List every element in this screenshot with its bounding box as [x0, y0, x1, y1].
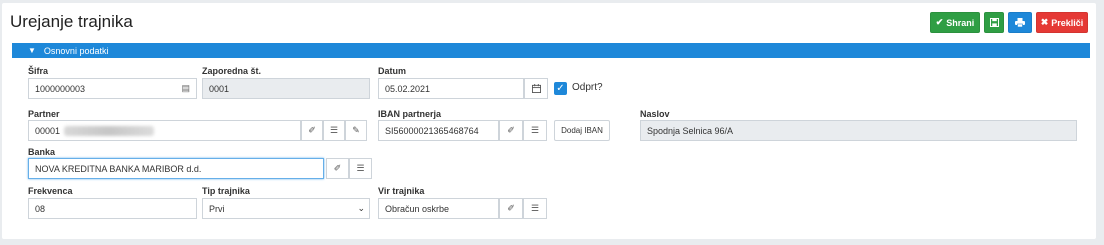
partner-value: 00001	[35, 125, 61, 136]
print-icon	[1015, 18, 1025, 27]
odprt-label: Odprt?	[572, 82, 603, 93]
list-icon: ☰	[530, 125, 540, 135]
iban-label: IBAN partnerja	[378, 109, 442, 119]
eraser-icon: ✐	[507, 125, 515, 135]
save-button[interactable]: ✔ Shrani	[930, 12, 980, 33]
vir-clear-button[interactable]: ✐	[499, 198, 523, 219]
vir-value: Obračun oskrbe	[385, 203, 450, 214]
iban-clear-button[interactable]: ✐	[499, 120, 523, 141]
naslov-value: Spodnja Selnica 96/A	[647, 125, 734, 136]
pencil-icon: ✎	[352, 125, 360, 135]
iban-field[interactable]: SI56000021365468764	[378, 120, 499, 141]
datum-label: Datum	[378, 66, 407, 76]
eraser-icon: ✐	[308, 125, 316, 135]
tip-value: Prvi	[209, 203, 225, 214]
iban-list-button[interactable]: ☰	[523, 120, 547, 141]
zaporedna-field: 0001	[202, 78, 370, 99]
frekvenca-field[interactable]: 08	[28, 198, 197, 219]
partner-list-button[interactable]: ☰	[323, 120, 345, 141]
check-icon: ✓	[556, 83, 565, 94]
banka-field[interactable]: NOVA KREDITNA BANKA MARIBOR d.d.	[28, 158, 324, 179]
eraser-icon: ✐	[333, 163, 342, 173]
frekvenca-label: Frekvenca	[28, 186, 73, 196]
naslov-field: Spodnja Selnica 96/A	[640, 120, 1077, 141]
vir-label: Vir trajnika	[378, 186, 425, 196]
sifra-value: 1000000003	[35, 83, 86, 94]
save-icon-button[interactable]	[984, 12, 1004, 33]
add-iban-button[interactable]: Dodaj IBAN	[554, 120, 610, 141]
datum-field[interactable]: 05.02.2021	[378, 78, 524, 99]
section-title: Osnovni podatki	[43, 45, 109, 56]
sifra-label: Šifra	[28, 66, 49, 76]
calendar-icon	[531, 84, 541, 93]
zaporedna-value: 0001	[209, 83, 230, 94]
chevron-down-icon: ▼	[28, 46, 36, 55]
banka-label: Banka	[28, 147, 56, 157]
partner-label: Partner	[28, 109, 60, 119]
check-icon: ✔	[935, 17, 944, 27]
datum-value: 05.02.2021	[385, 83, 431, 94]
odprt-checkbox[interactable]: ✓	[554, 82, 567, 95]
list-icon: ☰	[329, 125, 339, 135]
list-icon: ☰	[530, 203, 540, 213]
print-button[interactable]	[1008, 12, 1032, 33]
cancel-button-label: Prekliči	[1051, 17, 1084, 28]
iban-value: SI56000021365468764	[385, 125, 479, 136]
sifra-field[interactable]: 1000000003 ▤	[28, 78, 197, 99]
zaporedna-label: Zaporedna št.	[202, 66, 262, 76]
eraser-icon: ✐	[507, 203, 515, 213]
close-icon: ✖	[1040, 17, 1049, 27]
frekvenca-value: 08	[35, 203, 46, 214]
banka-value: NOVA KREDITNA BANKA MARIBOR d.d.	[35, 163, 202, 174]
vir-field[interactable]: Obračun oskrbe	[378, 198, 499, 219]
save-icon	[989, 18, 999, 27]
redacted-text	[64, 125, 155, 136]
banka-list-button[interactable]: ☰	[349, 158, 372, 179]
cancel-button[interactable]: ✖ Prekliči	[1036, 12, 1088, 33]
partner-field[interactable]: 00001	[28, 120, 301, 141]
page-title: Urejanje trajnika	[10, 12, 133, 31]
calendar-button[interactable]	[524, 78, 548, 99]
partner-edit-button[interactable]: ✎	[345, 120, 367, 141]
section-header[interactable]: ▼ Osnovni podatki	[12, 43, 1090, 58]
vir-list-button[interactable]: ☰	[523, 198, 547, 219]
toolbar: ✔ Shrani ✖ Prekliči	[930, 12, 1088, 33]
tip-select[interactable]: Prvi ⌄	[202, 198, 370, 219]
tip-label: Tip trajnika	[202, 186, 250, 196]
lookup-icon[interactable]: ▤	[181, 83, 190, 94]
banka-clear-button[interactable]: ✐	[326, 158, 349, 179]
save-button-label: Shrani	[946, 17, 975, 28]
naslov-label: Naslov	[640, 109, 670, 119]
partner-clear-button[interactable]: ✐	[301, 120, 323, 141]
list-icon: ☰	[356, 163, 365, 173]
chevron-down-icon: ⌄	[357, 203, 365, 213]
